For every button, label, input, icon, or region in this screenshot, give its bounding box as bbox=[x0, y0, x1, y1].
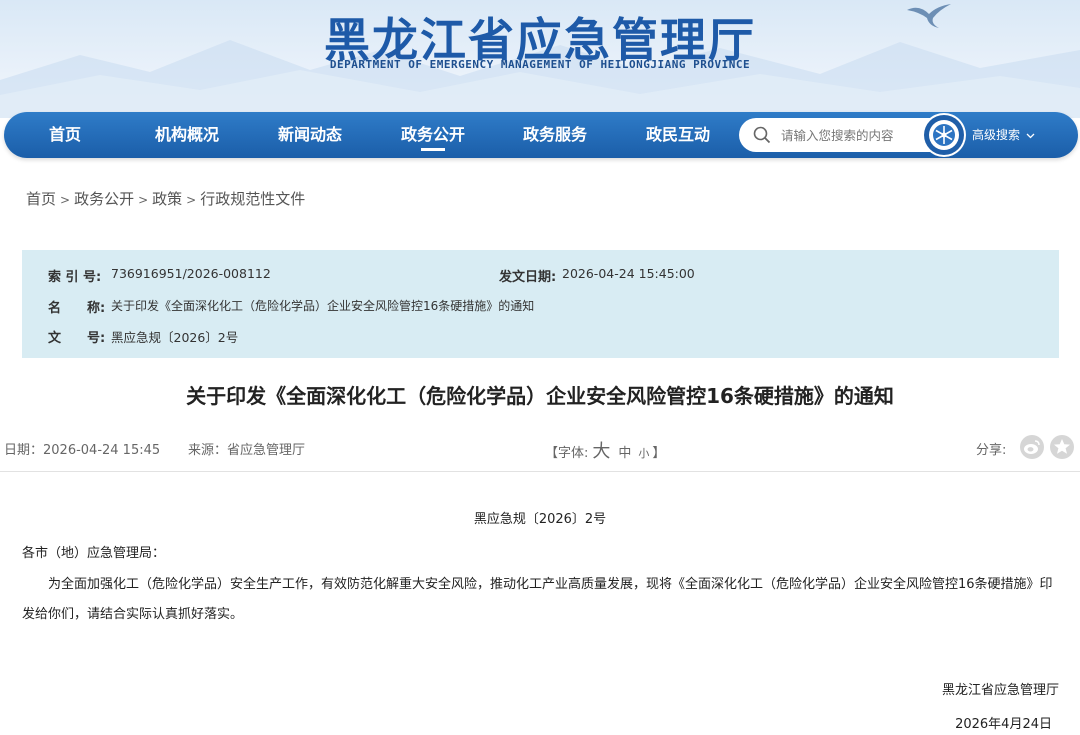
font-size-close: 】 bbox=[652, 446, 666, 461]
font-size-small-button[interactable]: 小 bbox=[638, 447, 649, 460]
font-size-medium-button[interactable]: 中 bbox=[618, 446, 631, 461]
advanced-search-label: 高级搜索 bbox=[972, 128, 1021, 142]
article-source: 来源：省应急管理厅 bbox=[188, 443, 306, 458]
font-size-open: 【字体: bbox=[545, 446, 589, 461]
breadcrumb: 首页 > 政务公开 > 政策 > 行政规范性文件 bbox=[26, 188, 305, 209]
site-subtitle: DEPARTMENT OF EMERGENCY MANAGEMENT OF HE… bbox=[329, 58, 751, 71]
font-size-large-button[interactable]: 大 bbox=[592, 441, 610, 462]
nav-news[interactable]: 新闻动态 bbox=[260, 112, 360, 158]
breadcrumb-separator: > bbox=[138, 193, 149, 207]
index-label: 索 引 号: bbox=[48, 270, 102, 285]
document-number-label: 文 号: bbox=[48, 331, 106, 346]
addressee: 各市（地）应急管理局： bbox=[22, 546, 166, 561]
chevron-down-icon bbox=[1026, 133, 1035, 138]
qzone-share-icon[interactable] bbox=[1050, 435, 1074, 459]
breadcrumb-normative-documents[interactable]: 行政规范性文件 bbox=[200, 190, 305, 208]
nav-organization[interactable]: 机构概况 bbox=[137, 112, 237, 158]
site-header: 黑龙江省应急管理厅 DEPARTMENT OF EMERGENCY MANAGE… bbox=[0, 0, 1080, 118]
share-label: 分享: bbox=[976, 443, 1007, 458]
emblem-icon[interactable] bbox=[922, 113, 966, 157]
index-value: 736916951/2026-008112 bbox=[111, 266, 271, 281]
advanced-search-link[interactable]: 高级搜索 bbox=[972, 112, 1035, 158]
crane-icon bbox=[907, 4, 951, 28]
breadcrumb-separator: > bbox=[186, 193, 197, 207]
issue-date-label: 发文日期: bbox=[499, 270, 557, 285]
publish-date: 日期：2026-04-24 15:45 bbox=[4, 443, 161, 458]
name-label: 名 称: bbox=[48, 301, 106, 316]
article-body: 为全面加强化工（危险化学品）安全生产工作，有效防范化解重大安全风险，推动化工产业… bbox=[22, 577, 1053, 622]
search-icon[interactable] bbox=[753, 126, 771, 144]
document-number-value: 黑应急规〔2026〕2号 bbox=[111, 330, 239, 345]
breadcrumb-policy[interactable]: 政策 bbox=[152, 190, 182, 208]
breadcrumb-home[interactable]: 首页 bbox=[26, 190, 56, 208]
nav-interaction[interactable]: 政民互动 bbox=[628, 112, 728, 158]
signature-organization: 黑龙江省应急管理厅 bbox=[941, 683, 1059, 698]
signature-date: 2026年4月24日 bbox=[955, 717, 1052, 732]
font-size-control: 【字体: 大中小】 bbox=[545, 437, 665, 463]
weibo-share-icon[interactable] bbox=[1020, 435, 1044, 459]
document-metadata: 索 引 号: 736916951/2026-008112 发文日期: 2026-… bbox=[22, 250, 1059, 358]
search-input[interactable] bbox=[781, 118, 931, 152]
breadcrumb-separator: > bbox=[60, 193, 71, 207]
document-number: 黑应急规〔2026〕2号 bbox=[473, 512, 607, 527]
name-value: 关于印发《全面深化化工（危险化学品）企业安全风险管控16条硬措施》的通知 bbox=[111, 299, 535, 313]
nav-services[interactable]: 政务服务 bbox=[505, 112, 605, 158]
nav-home[interactable]: 首页 bbox=[15, 112, 115, 158]
main-nav: 首页 机构概况 新闻动态 政务公开 政务服务 政民互动 高级搜索 bbox=[4, 112, 1078, 158]
nav-government-affairs[interactable]: 政务公开 bbox=[383, 112, 483, 158]
issue-date-value: 2026-04-24 15:45:00 bbox=[562, 266, 695, 281]
breadcrumb-government-affairs[interactable]: 政务公开 bbox=[74, 190, 134, 208]
article-info-bar: 日期：2026-04-24 15:45 来源：省应急管理厅 【字体: 大中小】 分… bbox=[0, 435, 1080, 472]
article-title: 关于印发《全面深化化工（危险化学品）企业安全风险管控16条硬措施》的通知 bbox=[186, 384, 894, 408]
